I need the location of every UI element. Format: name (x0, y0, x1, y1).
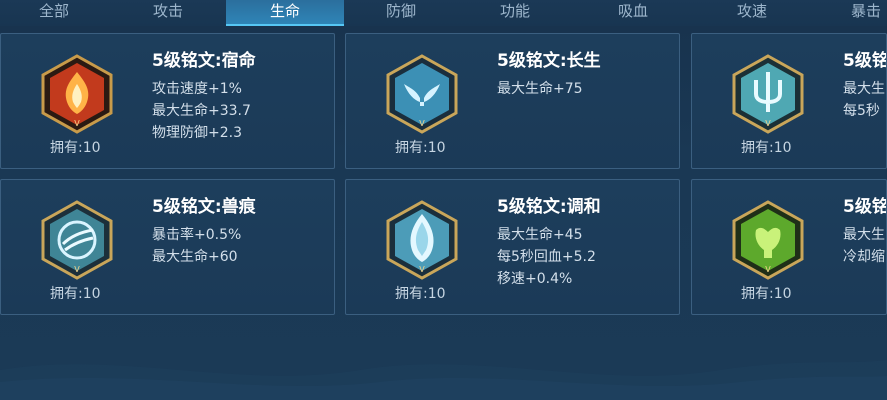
green-emblem-icon: V (732, 200, 804, 280)
tab-defense[interactable]: 防御 (344, 0, 458, 26)
svg-text:V: V (765, 119, 771, 128)
rune-title: 5级铭文: (843, 197, 886, 217)
rune-stats: 攻击速度+1% 最大生命+33.7 物理防御+2.3 (152, 78, 251, 144)
rune-stat-line: 最大生命+60 (152, 249, 238, 265)
rune-stats: 最大生 每5秒 (843, 78, 885, 122)
rune-stat-line: 冷却缩 (843, 249, 885, 265)
rune-stat-line: 攻击速度+1% (152, 81, 242, 97)
owned-count: 拥有:10 (50, 286, 101, 302)
svg-text:V: V (74, 265, 80, 274)
rune-stat-line: 最大生 (843, 227, 885, 243)
whale-tail-emblem-icon: V (386, 54, 458, 134)
owned-count: 拥有:10 (395, 140, 446, 156)
rune-stat-line: 移速+0.4% (497, 271, 573, 287)
svg-text:V: V (74, 119, 80, 128)
rune-stat-line: 物理防御+2.3 (152, 125, 242, 141)
owned-count: 拥有:10 (741, 286, 792, 302)
rune-stats: 最大生命+45 每5秒回血+5.2 移速+0.4% (497, 224, 596, 290)
rune-stats: 最大生 冷却缩 (843, 224, 885, 268)
rune-title: 5级铭文:兽痕 (152, 197, 256, 217)
tab-attack-speed[interactable]: 攻速 (695, 0, 809, 26)
tab-attack[interactable]: 攻击 (111, 0, 225, 26)
leaf-emblem-icon: V (386, 200, 458, 280)
rune-stats: 暴击率+0.5% 最大生命+60 (152, 224, 241, 268)
rune-stat-line: 最大生命+33.7 (152, 103, 251, 119)
rune-stats: 最大生命+75 (497, 78, 583, 100)
background-wave-decoration (0, 360, 887, 400)
owned-count: 拥有:10 (395, 286, 446, 302)
tab-all[interactable]: 全部 (0, 0, 111, 26)
rune-title: 5级铭文:宿命 (152, 51, 256, 71)
tab-crit[interactable]: 暴击 (809, 0, 887, 26)
rune-card-suming[interactable]: V 5级铭文:宿命 攻击速度+1% 最大生命+33.7 物理防御+2.3 拥有:… (0, 33, 335, 169)
svg-text:V: V (419, 119, 425, 128)
rune-title: 5级铭文:长生 (497, 51, 601, 71)
rune-stat-line: 暴击率+0.5% (152, 227, 242, 243)
tab-lifesteal[interactable]: 吸血 (576, 0, 690, 26)
owned-count: 拥有:10 (741, 140, 792, 156)
owned-count: 拥有:10 (50, 140, 101, 156)
flame-emblem-icon: V (41, 54, 113, 134)
tab-utility[interactable]: 功能 (458, 0, 572, 26)
rune-stat-line: 最大生 (843, 81, 885, 97)
claw-emblem-icon: V (41, 200, 113, 280)
svg-text:V: V (765, 265, 771, 274)
rune-card-tiaohe[interactable]: V 5级铭文:调和 最大生命+45 每5秒回血+5.2 移速+0.4% 拥有:1… (345, 179, 680, 315)
rune-category-tabbar: 全部 攻击 生命 防御 功能 吸血 攻速 暴击 (0, 0, 887, 26)
rune-stat-line: 最大生命+75 (497, 81, 583, 97)
rune-card-partial[interactable]: V 5级铭文: 最大生 每5秒 拥有:10 (691, 33, 887, 169)
rune-card-partial[interactable]: V 5级铭文: 最大生 冷却缩 拥有:10 (691, 179, 887, 315)
rune-stat-line: 每5秒 (843, 103, 880, 119)
rune-card-changsheng[interactable]: V 5级铭文:长生 最大生命+75 拥有:10 (345, 33, 680, 169)
trident-emblem-icon: V (732, 54, 804, 134)
rune-title: 5级铭文:调和 (497, 197, 601, 217)
svg-text:V: V (419, 265, 425, 274)
rune-title: 5级铭文: (843, 51, 886, 71)
rune-stat-line: 最大生命+45 (497, 227, 583, 243)
tab-health[interactable]: 生命 (226, 0, 344, 26)
rune-card-shouhen[interactable]: V 5级铭文:兽痕 暴击率+0.5% 最大生命+60 拥有:10 (0, 179, 335, 315)
rune-stat-line: 每5秒回血+5.2 (497, 249, 596, 265)
